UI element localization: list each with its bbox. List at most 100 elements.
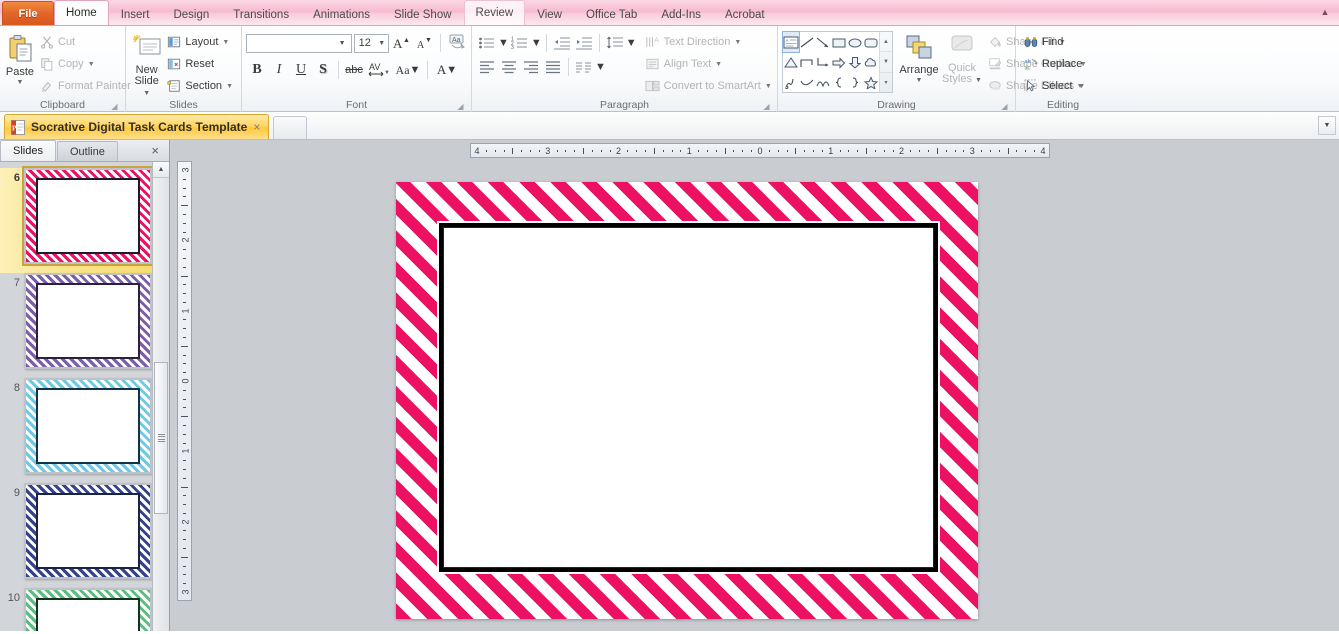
section-button[interactable]: Section ▼ [163, 75, 237, 97]
font-size-input[interactable]: 12 ▼ [353, 33, 390, 53]
smartart-caret-icon[interactable]: ▼ [765, 83, 772, 90]
shrink-font-button[interactable]: A ▼ [413, 33, 433, 54]
slide-thumbnail-6[interactable]: 6 [0, 166, 169, 273]
decrease-indent-button[interactable] [551, 33, 573, 54]
horizontal-ruler[interactable]: 4 3 2 1 0 1 2 3 4 [470, 143, 1050, 158]
collapse-ribbon-icon[interactable]: ▲ [1317, 4, 1333, 20]
slide-inner-frame[interactable] [439, 223, 938, 572]
drawing-dialog-launcher[interactable]: ◢ [1000, 102, 1009, 111]
document-tab-placeholder[interactable] [273, 116, 308, 139]
numbering-caret-icon[interactable]: ▼ [531, 37, 542, 49]
font-name-input[interactable]: ▼ [246, 33, 352, 53]
grow-font-button[interactable]: A ▲ [391, 33, 411, 54]
shape-triangle[interactable] [783, 52, 799, 72]
slide-stage[interactable] [198, 161, 1339, 631]
shape-elbow-connector[interactable] [799, 52, 815, 72]
columns-caret-icon[interactable]: ▼ [595, 61, 606, 73]
shape-cloud[interactable] [863, 52, 879, 72]
font-dialog-launcher[interactable]: ◢ [456, 102, 465, 111]
copy-button[interactable]: Copy ▼ [36, 53, 135, 75]
shape-right-brace[interactable] [847, 72, 863, 92]
arrange-button[interactable]: Arrange ▼ [896, 31, 942, 97]
tab-transitions[interactable]: Transitions [221, 4, 301, 25]
tab-home[interactable]: Home [54, 0, 109, 25]
format-painter-button[interactable]: Format Painter [36, 75, 135, 97]
document-tab[interactable]: P Socrative Digital Task Cards Template … [4, 114, 270, 139]
shapes-scroll-down-icon[interactable]: ▼ [880, 52, 892, 73]
new-slide-button[interactable]: New Slide ▼ [130, 31, 163, 98]
tab-slide-show[interactable]: Slide Show [382, 4, 464, 25]
tab-file[interactable]: File [2, 1, 54, 25]
strikethrough-button[interactable]: abc [343, 60, 365, 81]
shape-curve[interactable] [799, 72, 815, 92]
tab-slides-thumbnails[interactable]: Slides [0, 140, 56, 161]
slide-thumbnail-frame[interactable] [24, 273, 152, 369]
tab-review[interactable]: Review [463, 0, 526, 25]
cut-button[interactable]: Cut [36, 31, 135, 53]
font-size-caret-icon[interactable]: ▼ [375, 40, 388, 47]
shape-left-brace[interactable] [831, 72, 847, 92]
layout-button[interactable]: Layout ▼ [163, 31, 237, 53]
quick-styles-caret-icon[interactable]: ▼ [975, 77, 982, 84]
shape-scribble[interactable] [783, 72, 799, 92]
slide-thumbnail-frame[interactable] [24, 588, 152, 631]
slide-thumbnail-frame[interactable] [24, 378, 152, 474]
tab-insert[interactable]: Insert [109, 4, 162, 25]
tab-office-tab[interactable]: Office Tab [574, 4, 649, 25]
shape-elbow-arrow-connector[interactable] [815, 52, 831, 72]
bullets-button[interactable] [476, 33, 498, 54]
shape-rectangle[interactable] [831, 32, 847, 52]
tab-design[interactable]: Design [161, 4, 221, 25]
slide-thumbnail-8[interactable]: 8 [0, 378, 169, 483]
align-right-button[interactable] [520, 57, 542, 78]
slide-thumbnail-frame[interactable] [24, 483, 152, 579]
tab-acrobat[interactable]: Acrobat [713, 4, 777, 25]
text-shadow-button[interactable]: S [312, 60, 334, 81]
slide-canvas[interactable] [396, 182, 978, 619]
office-tab-menu-icon[interactable]: ▼ [1318, 116, 1336, 135]
layout-caret-icon[interactable]: ▼ [222, 39, 229, 46]
slides-pane-close-icon[interactable]: × [151, 143, 159, 158]
columns-button[interactable] [573, 57, 595, 78]
tab-add-ins[interactable]: Add-Ins [649, 4, 713, 25]
font-name-caret-icon[interactable]: ▼ [336, 40, 349, 47]
align-text-caret-icon[interactable]: ▼ [715, 61, 722, 68]
slide-thumbnail-frame[interactable] [22, 166, 154, 266]
shape-line[interactable] [799, 32, 815, 52]
underline-button[interactable]: U [290, 60, 312, 81]
shapes-gallery-scrollbar[interactable]: ▲ ▼ ▾ [879, 32, 892, 92]
shape-down-arrow[interactable] [847, 52, 863, 72]
bullets-caret-icon[interactable]: ▼ [498, 37, 509, 49]
slide-thumbnail-7[interactable]: 7 [0, 273, 169, 378]
align-text-button[interactable]: Align Text ▼ [641, 53, 776, 75]
shape-right-arrow[interactable] [831, 52, 847, 72]
slides-pane-scrollbar[interactable]: ▲ [152, 162, 169, 631]
shape-arrow[interactable] [815, 32, 831, 52]
increase-indent-button[interactable] [573, 33, 595, 54]
character-spacing-button[interactable]: AV ▼ [365, 60, 393, 81]
paste-button[interactable]: Paste ▼ [4, 31, 36, 86]
slide-thumbnail-10[interactable]: 10 [0, 588, 169, 631]
align-center-button[interactable] [498, 57, 520, 78]
text-direction-button[interactable]: A Text Direction ▼ [641, 31, 776, 53]
reset-button[interactable]: Reset [163, 53, 237, 75]
scroll-up-icon[interactable]: ▲ [153, 162, 169, 178]
text-direction-caret-icon[interactable]: ▼ [734, 39, 741, 46]
shapes-more-icon[interactable]: ▾ [880, 73, 892, 92]
document-tab-close-icon[interactable]: × [253, 120, 260, 134]
find-button[interactable]: Find [1020, 31, 1088, 53]
tab-view[interactable]: View [525, 4, 574, 25]
slide-thumbnail-list[interactable]: 6 7 8 9 10 [0, 162, 169, 631]
paragraph-dialog-launcher[interactable]: ◢ [762, 102, 771, 111]
shape-textbox[interactable]: A [782, 31, 800, 53]
tab-animations[interactable]: Animations [301, 4, 382, 25]
numbering-button[interactable]: 123 [509, 33, 531, 54]
font-color-button[interactable]: A ▼ [432, 60, 462, 81]
shape-arc[interactable] [815, 72, 831, 92]
italic-button[interactable]: I [268, 60, 290, 81]
shape-rounded-rectangle[interactable] [863, 32, 879, 52]
convert-to-smartart-button[interactable]: Convert to SmartArt ▼ [641, 75, 776, 97]
align-left-button[interactable] [476, 57, 498, 78]
shapes-gallery[interactable]: A ▲ ▼ ▾ [782, 31, 893, 93]
tab-outline[interactable]: Outline [56, 141, 118, 161]
